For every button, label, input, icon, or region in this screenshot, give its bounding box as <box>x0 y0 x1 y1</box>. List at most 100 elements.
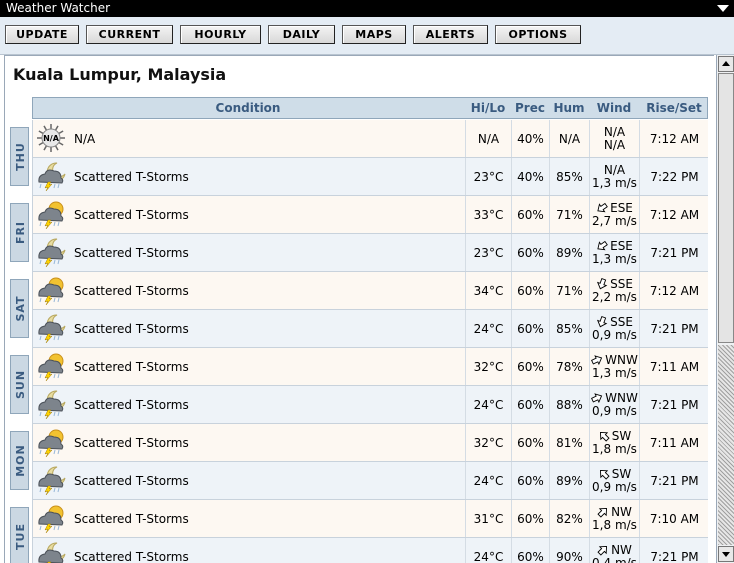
wind-speed: 1,3 m/s <box>592 251 637 266</box>
wind-arrow-nw-icon <box>597 544 609 556</box>
hilo-value: 24°C <box>465 386 511 423</box>
thunderstorm-night-icon <box>35 388 67 420</box>
precip-value: 60% <box>511 196 549 233</box>
wind-speed: 1,3 m/s <box>592 175 637 190</box>
table-row[interactable]: Scattered T-Storms 31°C 60% 82% NW 1,8 m/s 7:1… <box>32 500 708 538</box>
precip-value: 60% <box>511 310 549 347</box>
riseset-value: 7:22 PM <box>639 158 709 195</box>
riseset-value: 7:12 AM <box>639 272 709 309</box>
table-row[interactable]: Scattered T-Storms 33°C 60% 71% ESE 2,7 m/s 7:… <box>32 196 708 234</box>
wind-speed: 2,2 m/s <box>592 289 637 304</box>
arrow-up-icon <box>722 61 730 66</box>
wind-cell: SW 0,9 m/s <box>589 462 639 499</box>
scroll-up-button[interactable] <box>718 56 734 72</box>
precip-value: 40% <box>511 158 549 195</box>
hilo-value: 23°C <box>465 158 511 195</box>
riseset-value: 7:21 PM <box>639 538 709 563</box>
day-label-sun: SUN <box>10 355 29 414</box>
header-hum: Hum <box>553 101 585 115</box>
day-label-text: THU <box>14 142 27 171</box>
riseset-value: 7:21 PM <box>639 386 709 423</box>
thunderstorm-day-icon <box>35 274 67 306</box>
table-row[interactable]: Scattered T-Storms 24°C 60% 89% SW 0,9 m/s 7:2… <box>32 462 708 500</box>
precip-value: 60% <box>511 272 549 309</box>
scroll-down-button[interactable] <box>718 546 734 562</box>
options-button[interactable]: OPTIONS <box>495 25 581 44</box>
precip-value: 40% <box>511 120 549 157</box>
wind-speed: 1,8 m/s <box>592 517 637 532</box>
riseset-value: 7:10 AM <box>639 500 709 537</box>
hourly-button[interactable]: HOURLY <box>180 25 261 44</box>
wind-direction: SSE <box>610 314 633 329</box>
wind-direction: WNW <box>605 352 638 367</box>
wind-speed: 1,8 m/s <box>592 441 637 456</box>
header-riseset: Rise/Set <box>646 101 702 115</box>
condition-text: Scattered T-Storms <box>74 473 189 488</box>
humidity-value: 85% <box>549 158 589 195</box>
wind-cell: ESE 1,3 m/s <box>589 234 639 271</box>
title-bar: Weather Watcher <box>0 0 734 17</box>
wind-direction: SW <box>611 428 632 443</box>
precip-value: 60% <box>511 348 549 385</box>
table-row[interactable]: Scattered T-Storms 24°C 60% 85% SSE 0,9 m/s 7:… <box>32 310 708 348</box>
table-row[interactable]: Scattered T-Storms 32°C 60% 78% WNW 1,3 m/s 7:… <box>32 348 708 386</box>
daily-button[interactable]: DAILY <box>268 25 335 44</box>
precip-value: 60% <box>511 234 549 271</box>
wind-speed: N/A <box>603 137 626 152</box>
riseset-value: 7:21 PM <box>639 234 709 271</box>
wind-speed: 0,9 m/s <box>592 327 637 342</box>
forecast-panel: Kuala Lumpur, Malaysia Condition Hi/Lo P… <box>4 55 714 563</box>
scroll-thumb[interactable] <box>718 73 734 343</box>
table-row[interactable]: Scattered T-Storms 24°C 60% 90% NW 0,4 m/s 7:2… <box>32 538 708 563</box>
day-label-text: SUN <box>14 369 27 400</box>
day-label-mon: MON <box>10 431 29 490</box>
hilo-value: 33°C <box>465 196 511 233</box>
hilo-value: 32°C <box>465 348 511 385</box>
toolbar: UPDATE CURRENT HOURLY DAILY MAPS ALERTS … <box>0 17 734 55</box>
table-row[interactable]: Scattered T-Storms 23°C 60% 89% ESE 1,3 m/s 7:… <box>32 234 708 272</box>
humidity-value: 89% <box>549 234 589 271</box>
update-button[interactable]: UPDATE <box>5 25 79 44</box>
precip-value: 60% <box>511 424 549 461</box>
hilo-value: N/A <box>465 120 511 157</box>
vertical-scrollbar[interactable] <box>716 55 734 563</box>
table-row[interactable]: Scattered T-Storms 24°C 60% 88% WNW 0,9 m/s 7:… <box>32 386 708 424</box>
table-row[interactable]: Scattered T-Storms 34°C 60% 71% SSE 2,2 m/s 7:… <box>32 272 708 310</box>
table-row[interactable]: N/A N/A N/A 40% N/A N/A N/A 7:12 AM <box>32 120 708 158</box>
thunderstorm-day-icon <box>35 198 67 230</box>
day-label-text: TUE <box>14 523 27 550</box>
riseset-value: 7:12 AM <box>639 196 709 233</box>
wind-direction: WNW <box>605 390 638 405</box>
riseset-value: 7:11 AM <box>639 348 709 385</box>
wind-cell: WNW 0,9 m/s <box>589 386 639 423</box>
humidity-value: 71% <box>549 196 589 233</box>
table-header: Condition Hi/Lo Prec Hum Wind Rise/Set <box>32 97 708 119</box>
day-label-sat: SAT <box>10 279 29 338</box>
precip-value: 60% <box>511 500 549 537</box>
hilo-value: 24°C <box>465 310 511 347</box>
table-row[interactable]: Scattered T-Storms 23°C 40% 85% N/A 1,3 m/s 7:… <box>32 158 708 196</box>
hilo-value: 24°C <box>465 462 511 499</box>
wind-cell: SSE 2,2 m/s <box>589 272 639 309</box>
wind-arrow-sw-icon <box>598 468 610 480</box>
day-label-tue: TUE <box>10 507 29 563</box>
arrow-down-icon <box>722 552 730 557</box>
thunderstorm-night-icon <box>35 236 67 268</box>
riseset-value: 7:21 PM <box>639 310 709 347</box>
maps-button[interactable]: MAPS <box>342 25 406 44</box>
menu-dropdown-icon[interactable] <box>717 5 729 12</box>
humidity-value: 71% <box>549 272 589 309</box>
humidity-value: 78% <box>549 348 589 385</box>
wind-direction: N/A <box>603 124 626 139</box>
current-button[interactable]: CURRENT <box>86 25 173 44</box>
header-hilo: Hi/Lo <box>470 101 506 115</box>
wind-direction: N/A <box>603 162 626 177</box>
scroll-track[interactable] <box>718 345 734 545</box>
table-row[interactable]: Scattered T-Storms 32°C 60% 81% SW 1,8 m/s 7:1… <box>32 424 708 462</box>
wind-cell: NW 1,8 m/s <box>589 500 639 537</box>
hilo-value: 24°C <box>465 538 511 563</box>
alerts-button[interactable]: ALERTS <box>413 25 488 44</box>
precip-value: 60% <box>511 538 549 563</box>
humidity-value: 89% <box>549 462 589 499</box>
day-label-text: SAT <box>14 295 27 322</box>
